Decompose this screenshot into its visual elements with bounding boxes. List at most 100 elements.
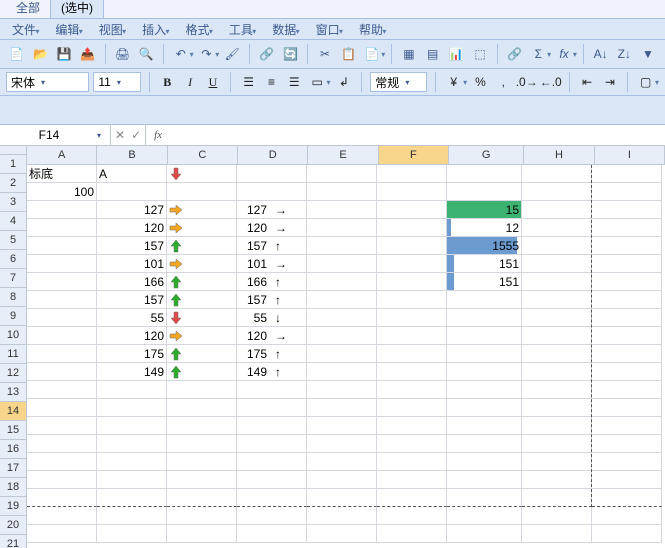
cell-I4[interactable] [592,219,662,237]
rowhdr-9[interactable]: 9 [0,307,26,326]
cell-A8[interactable] [27,291,97,309]
rowhdr-2[interactable]: 2 [0,174,26,193]
paste-icon[interactable]: 📄 [362,42,384,66]
cell-H11[interactable] [522,345,592,363]
rowhdr-19[interactable]: 19 [0,497,26,516]
spreadsheet-grid[interactable]: 123456789101112131415161718192021 ABCDEF… [0,146,665,548]
cell-I12[interactable] [592,363,662,381]
cell-F10[interactable] [377,327,447,345]
cell-A1[interactable]: 标底 [27,165,97,183]
cell-F6[interactable] [377,255,447,273]
rowhdr-17[interactable]: 17 [0,459,26,478]
rowhdr-6[interactable]: 6 [0,250,26,269]
cell-D1[interactable] [237,165,307,183]
cell-A6[interactable] [27,255,97,273]
menu-tools[interactable]: 工具 ▾ [225,20,260,39]
cell-G8[interactable] [447,291,522,309]
cell-F8[interactable] [377,291,447,309]
rowhdr-12[interactable]: 12 [0,364,26,383]
select-all-corner[interactable] [0,146,27,155]
menu-view[interactable]: 视图 ▾ [95,20,130,39]
cell-F17[interactable] [377,453,447,471]
cell-C18[interactable] [167,471,237,489]
cell-D10[interactable]: 120→ [237,327,307,345]
cell-C20[interactable] [167,507,237,525]
cut-icon[interactable]: ✂ [314,42,336,66]
cell-F2[interactable] [377,183,447,201]
cell-H13[interactable] [522,381,592,399]
rowhdr-1[interactable]: 1 [0,155,26,174]
sort-desc-icon[interactable]: Z↓ [613,42,635,66]
cell-B13[interactable] [97,381,167,399]
cell-D9[interactable]: 55↓ [237,309,307,327]
cell-E19[interactable] [307,489,377,507]
cell-I6[interactable] [592,255,662,273]
cell-B2[interactable] [97,183,167,201]
cell-B15[interactable] [97,417,167,435]
cell-G11[interactable] [447,345,522,363]
cell-B19[interactable] [97,489,167,507]
undo-icon[interactable]: ↶ [170,42,192,66]
rowhdr-7[interactable]: 7 [0,269,26,288]
cell-B21[interactable] [97,525,167,543]
cell-E7[interactable] [307,273,377,291]
cell-C10[interactable] [167,327,237,345]
rowhdr-10[interactable]: 10 [0,326,26,345]
cell-C19[interactable] [167,489,237,507]
colhdr-G[interactable]: G [449,146,524,164]
cell-H20[interactable] [522,507,592,525]
refresh-icon[interactable]: 🔄 [280,42,302,66]
cell-B6[interactable]: 101 [97,255,167,273]
cell-G2[interactable] [447,183,522,201]
cell-I19[interactable] [592,489,662,507]
cell-E13[interactable] [307,381,377,399]
cell-B4[interactable]: 120 [97,219,167,237]
cell-I14[interactable] [592,399,662,417]
fx-icon[interactable]: fx [146,129,170,141]
cell-D15[interactable] [237,417,307,435]
cell-I7[interactable] [592,273,662,291]
percent-icon[interactable]: % [471,72,490,92]
dec-decimal-icon[interactable]: ←.0 [541,72,561,92]
cell-E16[interactable] [307,435,377,453]
save-icon[interactable]: 💾 [53,42,75,66]
sum-icon[interactable]: Σ [527,42,549,66]
cell-A2[interactable]: 100 [27,183,97,201]
object-icon[interactable]: ⬚ [469,42,491,66]
fontsize-combo[interactable]: 11▾ [93,72,141,92]
cell-D5[interactable]: 157↑ [237,237,307,255]
cell-H8[interactable] [522,291,592,309]
cell-I15[interactable] [592,417,662,435]
cell-F18[interactable] [377,471,447,489]
cancel-icon[interactable]: ✕ [115,128,125,142]
cell-H3[interactable] [522,201,592,219]
menu-insert[interactable]: 插入 ▾ [138,20,173,39]
cell-H2[interactable] [522,183,592,201]
cell-H10[interactable] [522,327,592,345]
cell-A15[interactable] [27,417,97,435]
colhdr-A[interactable]: A [27,146,97,164]
cell-C14[interactable] [167,399,237,417]
cell-H9[interactable] [522,309,592,327]
menu-help[interactable]: 帮助 ▾ [355,20,390,39]
cell-I18[interactable] [592,471,662,489]
cell-C7[interactable] [167,273,237,291]
copy-icon[interactable]: 📋 [338,42,360,66]
cell-F20[interactable] [377,507,447,525]
rowhdr-8[interactable]: 8 [0,288,26,307]
cell-A13[interactable] [27,381,97,399]
cell-E1[interactable] [307,165,377,183]
cell-A7[interactable] [27,273,97,291]
cell-A4[interactable] [27,219,97,237]
cell-F7[interactable] [377,273,447,291]
cell-F3[interactable] [377,201,447,219]
border-icon[interactable]: ▢ [636,72,655,92]
cell-D20[interactable] [237,507,307,525]
cell-B5[interactable]: 157 [97,237,167,255]
cell-C13[interactable] [167,381,237,399]
cell-A3[interactable] [27,201,97,219]
cell-I21[interactable] [592,525,662,543]
cell-G12[interactable] [447,363,522,381]
cell-F14[interactable] [377,399,447,417]
link-icon[interactable]: 🔗 [504,42,526,66]
